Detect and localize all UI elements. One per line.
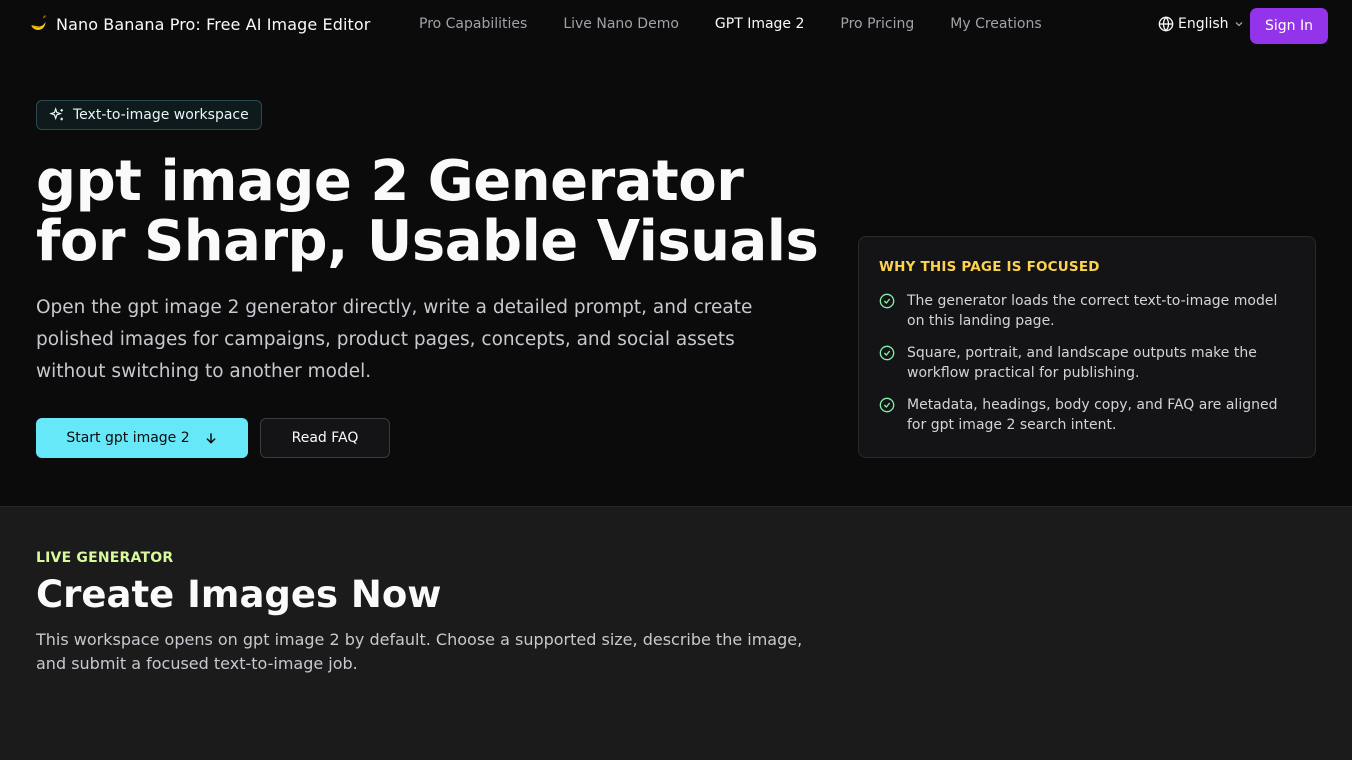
card-title: WHY THIS PAGE IS FOCUSED (879, 259, 1100, 275)
check-circle-icon (879, 345, 895, 361)
nav-link-pro-pricing[interactable]: Pro Pricing (840, 16, 914, 32)
section-description: This workspace opens on gpt image 2 by d… (36, 630, 803, 673)
focus-reasons-list: The generator loads the correct text-to-… (879, 291, 1295, 435)
check-circle-icon (879, 293, 895, 309)
nav-link-pro-capabilities[interactable]: Pro Capabilities (419, 16, 527, 32)
list-item-text: Square, portrait, and landscape outputs … (907, 345, 1257, 381)
list-item: The generator loads the correct text-to-… (879, 291, 1295, 331)
language-label: English (1178, 16, 1229, 32)
brand-link[interactable]: Nano Banana Pro: Free AI Image Editor (28, 14, 370, 34)
sign-in-button[interactable]: Sign In (1250, 8, 1328, 44)
check-circle-icon (879, 397, 895, 413)
arrow-down-icon (206, 433, 216, 444)
globe-icon (1158, 16, 1174, 32)
list-item-text: The generator loads the correct text-to-… (907, 293, 1278, 329)
banana-icon (31, 15, 46, 30)
list-item: Square, portrait, and landscape outputs … (879, 343, 1295, 383)
start-generator-label: Start gpt image 2 (66, 430, 190, 446)
read-faq-button[interactable]: Read FAQ (260, 418, 390, 458)
language-selector[interactable]: English (1158, 16, 1245, 32)
brand-title: Nano Banana Pro: Free AI Image Editor (56, 14, 371, 34)
live-generator-section: LIVE GENERATOR Create Images Now This wo… (0, 506, 1352, 760)
start-generator-button[interactable]: Start gpt image 2 (36, 418, 248, 458)
hero-subtitle: Open the gpt image 2 generator directly,… (36, 297, 753, 382)
sparkles-icon (49, 107, 63, 121)
chevron-down-icon (1235, 22, 1243, 27)
list-item-text: Metadata, headings, body copy, and FAQ a… (907, 397, 1278, 433)
page-title: gpt image 2 Generator for Sharp, Usable … (36, 152, 836, 272)
workspace-badge: Text-to-image workspace (36, 100, 262, 130)
main-nav: Pro Capabilities Live Nano Demo GPT Imag… (419, 16, 1042, 32)
nav-link-live-nano-demo[interactable]: Live Nano Demo (563, 16, 679, 32)
section-eyebrow: LIVE GENERATOR (36, 550, 174, 566)
list-item: Metadata, headings, body copy, and FAQ a… (879, 395, 1295, 435)
nav-link-my-creations[interactable]: My Creations (950, 16, 1041, 32)
focus-reasons-card: WHY THIS PAGE IS FOCUSED The generator l… (858, 236, 1316, 458)
top-navigation-bar: Nano Banana Pro: Free AI Image Editor Pr… (0, 0, 1352, 52)
badge-label: Text-to-image workspace (73, 107, 249, 123)
section-title: Create Images Now (36, 573, 442, 616)
page-title-line-2: for Sharp, Usable Visuals (36, 209, 819, 274)
nav-link-gpt-image-2[interactable]: GPT Image 2 (715, 16, 805, 32)
page-title-line-1: gpt image 2 Generator (36, 149, 744, 214)
